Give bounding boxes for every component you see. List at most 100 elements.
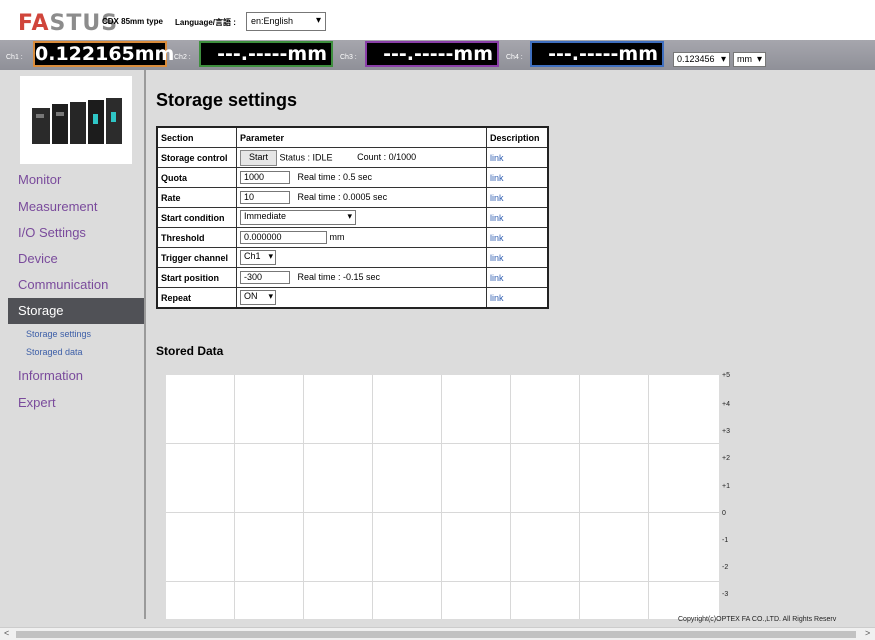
ch1-label: Ch1 :	[6, 54, 23, 61]
grid-line	[234, 375, 235, 619]
row-param: 1000 Real time : 0.5 sec	[236, 167, 487, 188]
row-desc: link	[486, 287, 549, 309]
row-param: 0.000000 mm	[236, 227, 487, 248]
y-tick-label: +1	[722, 483, 730, 490]
grid-line	[579, 375, 580, 619]
header-parameter: Parameter	[236, 126, 487, 148]
row-desc: link	[486, 187, 549, 208]
ch4-display: ---.-----mm	[530, 41, 664, 67]
row-label: Start condition	[156, 207, 237, 228]
description-link[interactable]: link	[490, 213, 504, 223]
description-link[interactable]: link	[490, 293, 504, 303]
grid-line	[648, 375, 649, 619]
threshold-unit: mm	[329, 231, 345, 242]
header-description: Description	[486, 126, 549, 148]
y-tick-label: +5	[722, 372, 730, 379]
ch2-display: ---.-----mm	[199, 41, 333, 67]
top-bar: FASTUS CDX 85mm type Language/言語 : en:En…	[0, 0, 875, 40]
table-row: Start position -300 Real time : -0.15 se…	[156, 267, 549, 288]
y-tick-label: +4	[722, 401, 730, 408]
header-section: Section	[156, 126, 237, 148]
product-type: CDX 85mm type	[102, 17, 163, 26]
row-desc: link	[486, 227, 549, 248]
status-text: Status : IDLE	[279, 151, 333, 162]
row-label: Storage control	[156, 147, 237, 168]
device-image-svg	[32, 98, 122, 144]
row-desc: link	[486, 267, 549, 288]
row-param: ON ▾	[236, 287, 487, 309]
sidebar-item-io-settings[interactable]: I/O Settings	[18, 225, 86, 240]
y-tick-label: +2	[722, 455, 730, 462]
table-header-row: Section Parameter Description	[156, 126, 549, 148]
sidebar: Monitor Measurement I/O Settings Device …	[8, 70, 146, 619]
start-position-realtime: Real time : -0.15 sec	[297, 271, 381, 282]
stored-data-chart	[166, 375, 719, 619]
unit-select[interactable]: mm ▾	[733, 52, 766, 67]
device-image	[20, 76, 132, 164]
trigger-channel-select[interactable]: Ch1 ▾	[240, 250, 276, 265]
row-param: 10 Real time : 0.0005 sec	[236, 187, 487, 208]
ch1-display: 0.122165mm	[33, 41, 175, 67]
grid-line	[166, 443, 719, 444]
table-row: Start condition Immediate ▾ link	[156, 207, 549, 228]
y-tick-label: 0	[722, 510, 726, 517]
row-desc: link	[486, 247, 549, 268]
table-row: Threshold 0.000000 mm link	[156, 227, 549, 248]
copyright-text: Copyright(c)OPTEX FA CO.,LTD. All Rights…	[678, 616, 837, 623]
start-position-input[interactable]: -300	[240, 271, 290, 284]
quota-input[interactable]: 1000	[240, 171, 290, 184]
ch2-label: Ch2 :	[174, 54, 191, 61]
count-text: Count : 0/1000	[357, 151, 417, 162]
main-content: Storage settings Section Parameter Descr…	[146, 70, 875, 619]
chevron-down-icon: ▾	[315, 15, 321, 26]
description-link[interactable]: link	[490, 253, 504, 263]
y-tick-label: -2	[722, 564, 729, 571]
grid-line	[166, 581, 719, 582]
rate-input[interactable]: 10	[240, 191, 290, 204]
y-tick-label: -3	[722, 591, 729, 598]
row-param: Start Status : IDLE Count : 0/1000	[236, 147, 487, 168]
display-format-select[interactable]: 0.123456 ▾	[673, 52, 730, 67]
row-label: Threshold	[156, 227, 237, 248]
row-desc: link	[486, 167, 549, 188]
sidebar-subitem-storage-settings[interactable]: Storage settings	[26, 329, 91, 339]
repeat-select[interactable]: ON ▾	[240, 290, 276, 305]
table-row: Quota 1000 Real time : 0.5 sec link	[156, 167, 549, 188]
row-param: -300 Real time : -0.15 sec	[236, 267, 487, 288]
scroll-right-icon[interactable]: >	[865, 628, 870, 638]
row-label: Repeat	[156, 287, 237, 309]
description-link[interactable]: link	[490, 233, 504, 243]
description-link[interactable]: link	[490, 273, 504, 283]
start-condition-select[interactable]: Immediate ▾	[240, 210, 356, 225]
description-link[interactable]: link	[490, 153, 504, 163]
sidebar-item-storage[interactable]: Storage	[8, 298, 144, 324]
scrollbar-thumb[interactable]	[16, 631, 856, 638]
y-tick-label: -1	[722, 537, 729, 544]
start-button[interactable]: Start	[240, 149, 278, 166]
sidebar-subitem-storaged-data[interactable]: Storaged data	[26, 347, 83, 357]
stored-data-title: Stored Data	[156, 344, 224, 358]
horizontal-scrollbar[interactable]: < >	[0, 627, 875, 640]
threshold-input[interactable]: 0.000000	[240, 231, 327, 244]
description-link[interactable]: link	[490, 193, 504, 203]
sidebar-item-information[interactable]: Information	[18, 368, 83, 383]
row-desc: link	[486, 147, 549, 168]
scroll-left-icon[interactable]: <	[4, 628, 9, 638]
grid-line	[510, 375, 511, 619]
table-row: Trigger channel Ch1 ▾ link	[156, 247, 549, 268]
sidebar-item-monitor[interactable]: Monitor	[18, 172, 61, 187]
sidebar-item-measurement[interactable]: Measurement	[18, 199, 97, 214]
sidebar-item-device[interactable]: Device	[18, 251, 58, 266]
grid-line	[372, 375, 373, 619]
sidebar-item-communication[interactable]: Communication	[18, 277, 108, 292]
language-select[interactable]: en:English ▾	[246, 12, 326, 31]
description-link[interactable]: link	[490, 173, 504, 183]
table-row: Storage control Start Status : IDLE Coun…	[156, 147, 549, 168]
language-label: Language/言語 :	[175, 18, 236, 27]
ch3-label: Ch3 :	[340, 54, 357, 61]
chevron-down-icon: ▾	[347, 211, 352, 221]
sidebar-item-expert[interactable]: Expert	[18, 395, 56, 410]
storage-settings-table: Section Parameter Description Storage co…	[156, 126, 549, 309]
chevron-down-icon: ▾	[756, 54, 762, 65]
row-label: Trigger channel	[156, 247, 237, 268]
